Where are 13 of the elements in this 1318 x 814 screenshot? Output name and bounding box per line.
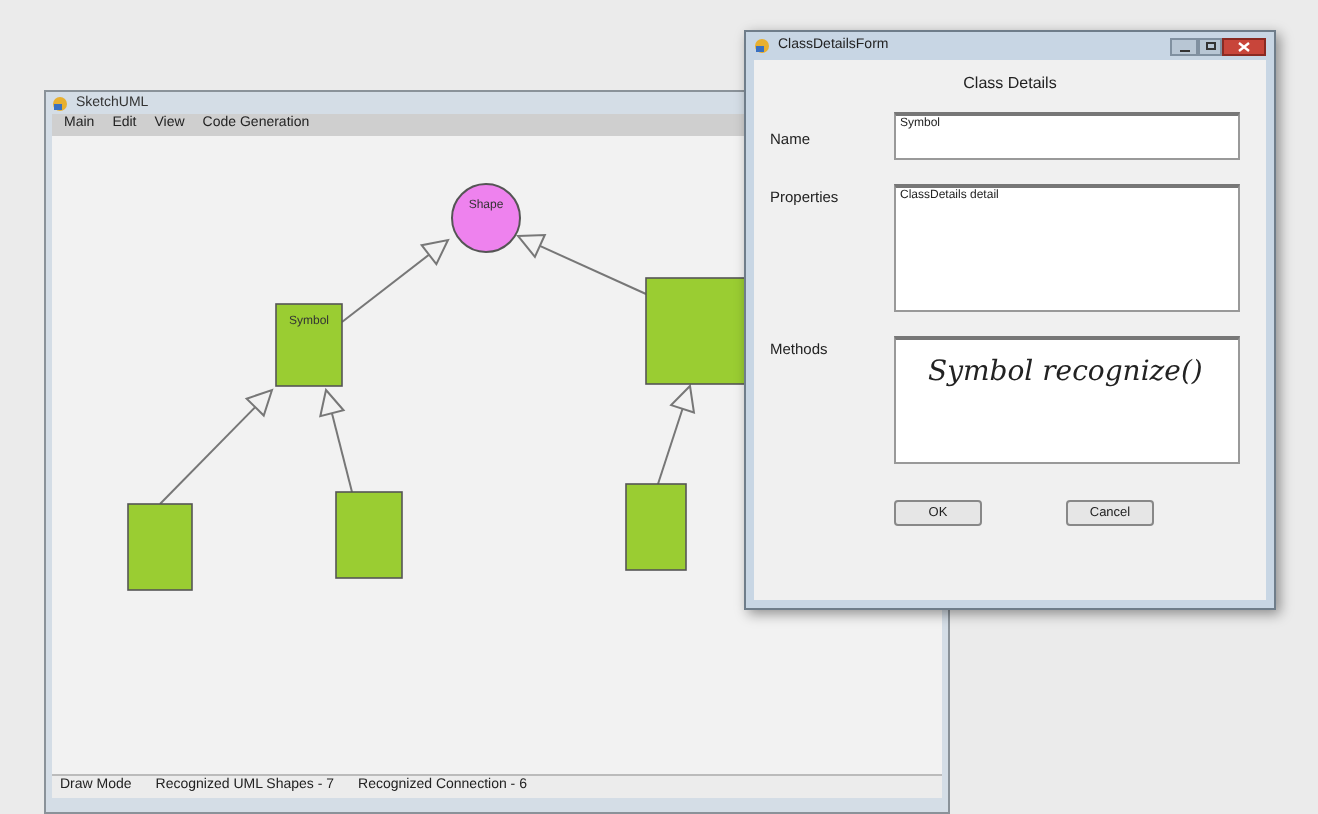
inheritance-arrow	[318, 387, 353, 493]
close-button[interactable]	[1222, 37, 1266, 55]
close-icon	[1238, 41, 1250, 51]
inheritance-arrow	[159, 388, 274, 505]
app-icon	[754, 38, 770, 54]
dialog-heading: Class Details	[961, 72, 1059, 96]
inheritance-arrow	[341, 238, 450, 323]
inheritance-arrow	[515, 233, 647, 295]
minimize-button[interactable]	[1170, 37, 1198, 55]
maximize-button[interactable]	[1198, 37, 1222, 55]
text-field[interactable]: Symbol recognize()	[894, 336, 1240, 464]
inheritance-arrow	[657, 383, 696, 485]
app-icon	[52, 96, 68, 112]
